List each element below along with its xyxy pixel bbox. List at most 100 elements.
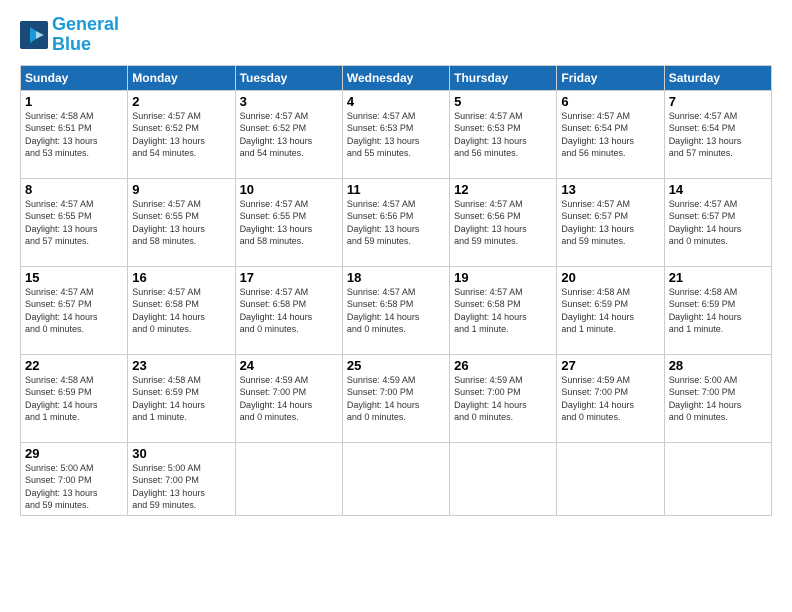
logo: General Blue	[20, 15, 119, 55]
calendar-cell: 15Sunrise: 4:57 AMSunset: 6:57 PMDayligh…	[21, 266, 128, 354]
day-info: Sunrise: 4:57 AMSunset: 6:57 PMDaylight:…	[561, 198, 659, 248]
day-number: 21	[669, 270, 767, 285]
weekday-header-saturday: Saturday	[664, 65, 771, 90]
weekday-header-tuesday: Tuesday	[235, 65, 342, 90]
day-number: 26	[454, 358, 552, 373]
weekday-header-thursday: Thursday	[450, 65, 557, 90]
day-info: Sunrise: 4:57 AMSunset: 6:58 PMDaylight:…	[132, 286, 230, 336]
calendar-cell: 16Sunrise: 4:57 AMSunset: 6:58 PMDayligh…	[128, 266, 235, 354]
calendar-cell: 3Sunrise: 4:57 AMSunset: 6:52 PMDaylight…	[235, 90, 342, 178]
day-info: Sunrise: 4:58 AMSunset: 6:59 PMDaylight:…	[669, 286, 767, 336]
day-number: 24	[240, 358, 338, 373]
calendar-cell: 14Sunrise: 4:57 AMSunset: 6:57 PMDayligh…	[664, 178, 771, 266]
day-number: 11	[347, 182, 445, 197]
day-number: 3	[240, 94, 338, 109]
day-info: Sunrise: 4:57 AMSunset: 6:52 PMDaylight:…	[240, 110, 338, 160]
day-info: Sunrise: 4:58 AMSunset: 6:59 PMDaylight:…	[132, 374, 230, 424]
calendar-cell: 6Sunrise: 4:57 AMSunset: 6:54 PMDaylight…	[557, 90, 664, 178]
day-info: Sunrise: 4:57 AMSunset: 6:57 PMDaylight:…	[25, 286, 123, 336]
day-number: 7	[669, 94, 767, 109]
calendar-body: 1Sunrise: 4:58 AMSunset: 6:51 PMDaylight…	[21, 90, 772, 515]
calendar-cell	[450, 442, 557, 515]
calendar-cell: 29Sunrise: 5:00 AMSunset: 7:00 PMDayligh…	[21, 442, 128, 515]
calendar-cell: 11Sunrise: 4:57 AMSunset: 6:56 PMDayligh…	[342, 178, 449, 266]
day-number: 22	[25, 358, 123, 373]
logo-text: General Blue	[52, 15, 119, 55]
calendar-cell	[235, 442, 342, 515]
day-number: 23	[132, 358, 230, 373]
weekday-header-sunday: Sunday	[21, 65, 128, 90]
day-info: Sunrise: 4:59 AMSunset: 7:00 PMDaylight:…	[347, 374, 445, 424]
calendar-week-row: 29Sunrise: 5:00 AMSunset: 7:00 PMDayligh…	[21, 442, 772, 515]
calendar-cell: 9Sunrise: 4:57 AMSunset: 6:55 PMDaylight…	[128, 178, 235, 266]
day-number: 20	[561, 270, 659, 285]
day-info: Sunrise: 4:59 AMSunset: 7:00 PMDaylight:…	[240, 374, 338, 424]
day-info: Sunrise: 4:57 AMSunset: 6:54 PMDaylight:…	[561, 110, 659, 160]
day-number: 10	[240, 182, 338, 197]
calendar-week-row: 15Sunrise: 4:57 AMSunset: 6:57 PMDayligh…	[21, 266, 772, 354]
day-number: 27	[561, 358, 659, 373]
calendar-cell: 4Sunrise: 4:57 AMSunset: 6:53 PMDaylight…	[342, 90, 449, 178]
calendar-cell: 20Sunrise: 4:58 AMSunset: 6:59 PMDayligh…	[557, 266, 664, 354]
day-info: Sunrise: 4:57 AMSunset: 6:54 PMDaylight:…	[669, 110, 767, 160]
day-number: 12	[454, 182, 552, 197]
calendar-cell: 30Sunrise: 5:00 AMSunset: 7:00 PMDayligh…	[128, 442, 235, 515]
day-number: 1	[25, 94, 123, 109]
calendar-cell: 5Sunrise: 4:57 AMSunset: 6:53 PMDaylight…	[450, 90, 557, 178]
day-info: Sunrise: 4:57 AMSunset: 6:53 PMDaylight:…	[347, 110, 445, 160]
day-number: 16	[132, 270, 230, 285]
day-info: Sunrise: 4:59 AMSunset: 7:00 PMDaylight:…	[561, 374, 659, 424]
day-info: Sunrise: 5:00 AMSunset: 7:00 PMDaylight:…	[132, 462, 230, 512]
calendar-cell: 2Sunrise: 4:57 AMSunset: 6:52 PMDaylight…	[128, 90, 235, 178]
day-number: 8	[25, 182, 123, 197]
calendar-cell	[557, 442, 664, 515]
day-info: Sunrise: 4:57 AMSunset: 6:55 PMDaylight:…	[240, 198, 338, 248]
day-info: Sunrise: 4:57 AMSunset: 6:58 PMDaylight:…	[454, 286, 552, 336]
day-info: Sunrise: 4:57 AMSunset: 6:56 PMDaylight:…	[347, 198, 445, 248]
calendar-cell	[342, 442, 449, 515]
calendar-cell: 1Sunrise: 4:58 AMSunset: 6:51 PMDaylight…	[21, 90, 128, 178]
day-info: Sunrise: 4:58 AMSunset: 6:59 PMDaylight:…	[25, 374, 123, 424]
calendar-week-row: 22Sunrise: 4:58 AMSunset: 6:59 PMDayligh…	[21, 354, 772, 442]
calendar-cell: 22Sunrise: 4:58 AMSunset: 6:59 PMDayligh…	[21, 354, 128, 442]
calendar-cell: 10Sunrise: 4:57 AMSunset: 6:55 PMDayligh…	[235, 178, 342, 266]
day-number: 14	[669, 182, 767, 197]
day-number: 25	[347, 358, 445, 373]
day-number: 30	[132, 446, 230, 461]
day-number: 13	[561, 182, 659, 197]
calendar-cell: 8Sunrise: 4:57 AMSunset: 6:55 PMDaylight…	[21, 178, 128, 266]
page: General Blue SundayMondayTuesdayWednesda…	[0, 0, 792, 612]
calendar-cell: 23Sunrise: 4:58 AMSunset: 6:59 PMDayligh…	[128, 354, 235, 442]
weekday-header-monday: Monday	[128, 65, 235, 90]
day-info: Sunrise: 4:57 AMSunset: 6:55 PMDaylight:…	[132, 198, 230, 248]
calendar-table: SundayMondayTuesdayWednesdayThursdayFrid…	[20, 65, 772, 516]
day-info: Sunrise: 5:00 AMSunset: 7:00 PMDaylight:…	[669, 374, 767, 424]
day-number: 19	[454, 270, 552, 285]
day-info: Sunrise: 4:57 AMSunset: 6:56 PMDaylight:…	[454, 198, 552, 248]
calendar-cell: 28Sunrise: 5:00 AMSunset: 7:00 PMDayligh…	[664, 354, 771, 442]
day-number: 29	[25, 446, 123, 461]
day-info: Sunrise: 4:57 AMSunset: 6:57 PMDaylight:…	[669, 198, 767, 248]
day-number: 17	[240, 270, 338, 285]
day-info: Sunrise: 4:58 AMSunset: 6:51 PMDaylight:…	[25, 110, 123, 160]
day-info: Sunrise: 4:58 AMSunset: 6:59 PMDaylight:…	[561, 286, 659, 336]
day-info: Sunrise: 5:00 AMSunset: 7:00 PMDaylight:…	[25, 462, 123, 512]
day-number: 5	[454, 94, 552, 109]
day-info: Sunrise: 4:57 AMSunset: 6:52 PMDaylight:…	[132, 110, 230, 160]
day-number: 9	[132, 182, 230, 197]
calendar-header-row: SundayMondayTuesdayWednesdayThursdayFrid…	[21, 65, 772, 90]
calendar-cell: 26Sunrise: 4:59 AMSunset: 7:00 PMDayligh…	[450, 354, 557, 442]
calendar-cell: 19Sunrise: 4:57 AMSunset: 6:58 PMDayligh…	[450, 266, 557, 354]
header: General Blue	[20, 15, 772, 55]
calendar-cell: 18Sunrise: 4:57 AMSunset: 6:58 PMDayligh…	[342, 266, 449, 354]
weekday-header-wednesday: Wednesday	[342, 65, 449, 90]
day-number: 18	[347, 270, 445, 285]
calendar-cell: 27Sunrise: 4:59 AMSunset: 7:00 PMDayligh…	[557, 354, 664, 442]
day-number: 6	[561, 94, 659, 109]
day-number: 15	[25, 270, 123, 285]
calendar-cell: 25Sunrise: 4:59 AMSunset: 7:00 PMDayligh…	[342, 354, 449, 442]
calendar-week-row: 8 Sunrise: 4:57 AMSunset: 6:55 PMDaylight…	[21, 178, 772, 266]
day-info: Sunrise: 4:59 AMSunset: 7:00 PMDaylight:…	[454, 374, 552, 424]
calendar-cell: 7Sunrise: 4:57 AMSunset: 6:54 PMDaylight…	[664, 90, 771, 178]
logo-icon	[20, 21, 48, 49]
